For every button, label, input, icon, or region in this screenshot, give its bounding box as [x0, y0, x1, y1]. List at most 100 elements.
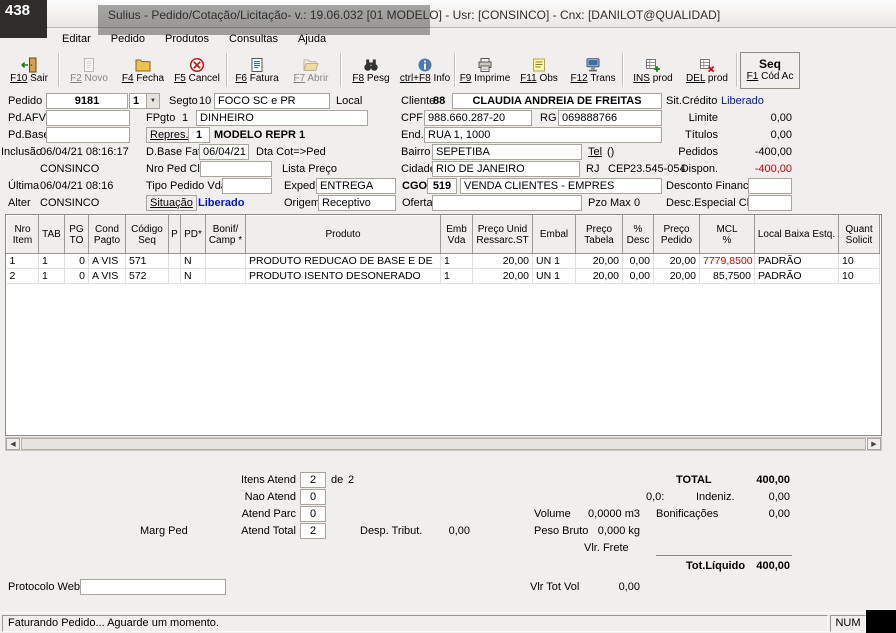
tot-liquido-value: 400,00: [756, 560, 790, 572]
chevron-down-icon[interactable]: ▼: [146, 94, 159, 108]
toolbar-button-ins-prod[interactable]: INS prod: [626, 52, 680, 89]
toolbar-button-cancel[interactable]: F5 Cancel: [170, 52, 224, 89]
col-header-produto[interactable]: Produto: [245, 215, 441, 254]
col-header-preco-pedido[interactable]: Preço Pedido: [653, 215, 700, 254]
toolbar-button-trans[interactable]: F12 Trans: [566, 52, 620, 89]
oferta-field[interactable]: [432, 195, 582, 211]
toolbar-button-info[interactable]: ctrl+F8 Info: [398, 52, 452, 89]
endereco-field[interactable]: RUA 1, 1000: [424, 127, 662, 143]
fpgto-value: 1: [182, 112, 189, 124]
pedido-field[interactable]: 9181: [46, 93, 128, 109]
col-header-bonif-camp[interactable]: Bonif/ Camp *: [205, 215, 246, 254]
toolbar-button-novo[interactable]: F2 Novo: [62, 52, 116, 89]
seq-panel[interactable]: Seq F1 Cód Ac: [740, 51, 800, 89]
toolbar-button-pesg[interactable]: F8 Pesg: [344, 52, 398, 89]
col-header-desc[interactable]: % Desc: [622, 215, 654, 254]
toolbar-separator: [736, 53, 738, 87]
pedido-seq-combo[interactable]: 1 ▼: [129, 93, 160, 109]
overlay-badge: 438: [0, 0, 47, 38]
dbase-fat-field[interactable]: 06/04/21: [199, 144, 249, 160]
rg-field[interactable]: 069888766: [558, 110, 662, 126]
toolbar-button-obs[interactable]: F11 Obs: [512, 52, 566, 89]
pzo-max-label: Pzo Max: [588, 197, 631, 209]
col-header-embal[interactable]: Embal: [532, 215, 576, 254]
cep-label: CEP: [608, 163, 631, 175]
cgo-desc-field[interactable]: VENDA CLIENTES - EMPRES: [460, 178, 662, 194]
col-header-tab[interactable]: TAB: [38, 215, 65, 254]
desc-especial-label: Desc.Especial Cli.: [666, 197, 755, 209]
tipo-pedido-field[interactable]: [222, 178, 272, 194]
col-header-pg-to[interactable]: PG TO: [64, 215, 89, 254]
col-header-quant-solicit[interactable]: Quant Solicit: [838, 215, 880, 254]
col-header-nro-item[interactable]: Nro Item: [6, 215, 39, 254]
vlr-frete-label: Vlr. Frete: [584, 542, 629, 554]
protocolo-web-field[interactable]: [80, 579, 226, 595]
dbase-fat-label: D.Base Fat: [146, 146, 202, 158]
col-header-preco-unid[interactable]: Preço Unid Ressarc.ST: [472, 215, 533, 254]
uf-value: RJ: [586, 163, 600, 175]
toolbar-label-obs: F11 Obs: [520, 72, 558, 84]
scroll-left-button[interactable]: ◀: [6, 438, 20, 450]
desconto-financ-field[interactable]: [748, 178, 792, 194]
toolbar-button-fatura[interactable]: F6 Fatura: [230, 52, 284, 89]
repres-field[interactable]: 1: [188, 127, 210, 143]
pd-base-field[interactable]: [46, 127, 130, 143]
col-header-p[interactable]: P: [168, 215, 181, 254]
segto-value: 10: [199, 95, 212, 107]
cliente-nome-field[interactable]: CLAUDIA ANDREIA DE FREITAS: [452, 93, 662, 109]
col-header-preco-tabela[interactable]: Preço Tabela: [575, 215, 623, 254]
col-header-mcl[interactable]: MCL %: [699, 215, 755, 254]
cpf-field[interactable]: 988.660.287-20: [424, 110, 532, 126]
limite-label: Limite: [688, 112, 718, 124]
limite-value: 0,00: [770, 112, 792, 124]
col-header-local-baixa[interactable]: Local Baixa Estq.: [754, 215, 839, 254]
cpf-label: CPF: [401, 112, 423, 124]
cidade-field[interactable]: RIO DE JANEIRO: [432, 161, 580, 177]
itens-total-value: 2: [348, 474, 355, 486]
situacao-link[interactable]: Situação: [146, 195, 197, 211]
nro-ped-cli-field[interactable]: [200, 161, 272, 177]
toolbar-button-fecha[interactable]: F4 Fecha: [116, 52, 170, 89]
segto-desc-field[interactable]: FOCO SC e PR: [214, 93, 330, 109]
toolbar-label-fatura: F6 Fatura: [235, 72, 279, 84]
pzo-max-value: 0: [634, 197, 641, 209]
col-header-pd[interactable]: PD*: [180, 215, 206, 254]
grid-row-1[interactable]: 1 1 0 A VIS 571 N PRODUTO REDUCAO DE BAS…: [6, 253, 880, 269]
inclusao-label: Inclusão: [1, 146, 42, 158]
col-header-emb-vda[interactable]: Emb Vda: [440, 215, 473, 254]
desc-especial-field[interactable]: [748, 195, 792, 211]
toolbar-button-sair[interactable]: F10 Sair: [2, 52, 56, 89]
scroll-right-button[interactable]: ▶: [867, 438, 881, 450]
screen-corner-artifact: [866, 610, 896, 633]
col-header-codigo-seq[interactable]: Código Seq: [125, 215, 169, 254]
items-grid[interactable]: Nro Item TAB PG TO Cond Pagto Código Seq…: [5, 214, 882, 436]
toolbar-button-imprime[interactable]: F9 Imprime: [458, 52, 512, 89]
tel-link[interactable]: Tel: [588, 146, 602, 159]
num-lock-indicator: NUM: [830, 615, 866, 632]
app-window: Sulius - Pedido/Cotação/Licitação- v.: 1…: [0, 0, 896, 633]
atend-parc-label: Atend Parc: [241, 508, 296, 520]
repres-link[interactable]: Repres.: [146, 127, 193, 143]
toolbar-button-del-prod[interactable]: DEL prod: [680, 52, 734, 89]
toolbar-button-abrir[interactable]: F7 Abrir: [284, 52, 338, 89]
toolbar-separator: [58, 53, 60, 87]
inclusao-user: CONSINCO: [40, 163, 100, 175]
itens-atend-field: 2: [300, 472, 326, 488]
grid-row-2[interactable]: 2 1 0 A VIS 572 N PRODUTO ISENTO DESONER…: [6, 268, 880, 284]
col-header-cond-pagto[interactable]: Cond Pagto: [88, 215, 126, 254]
toolbar-label-pesg: F8 Pesg: [352, 72, 390, 84]
pd-afv-field[interactable]: [46, 110, 130, 126]
desconto-financ-label: Desconto Financ.: [666, 180, 752, 192]
bairro-field[interactable]: SEPETIBA: [432, 144, 582, 160]
exped-field[interactable]: ENTREGA: [316, 178, 396, 194]
scroll-thumb[interactable]: [21, 438, 866, 450]
seq-shortcut: F1 Cód Ac: [746, 71, 794, 82]
grid-horizontal-scrollbar[interactable]: ◀ ▶: [5, 437, 882, 451]
fpgto-desc-field[interactable]: DINHEIRO: [196, 110, 368, 126]
ultima-value: 06/04/21 08:16: [40, 180, 114, 192]
origem-field[interactable]: Receptivo: [318, 195, 396, 211]
menu-editar[interactable]: Editar: [52, 30, 101, 48]
volume-value: 0,0000 m3: [588, 508, 640, 520]
cgo-field[interactable]: 519: [427, 178, 457, 194]
atend-total-field: 2: [300, 523, 326, 539]
